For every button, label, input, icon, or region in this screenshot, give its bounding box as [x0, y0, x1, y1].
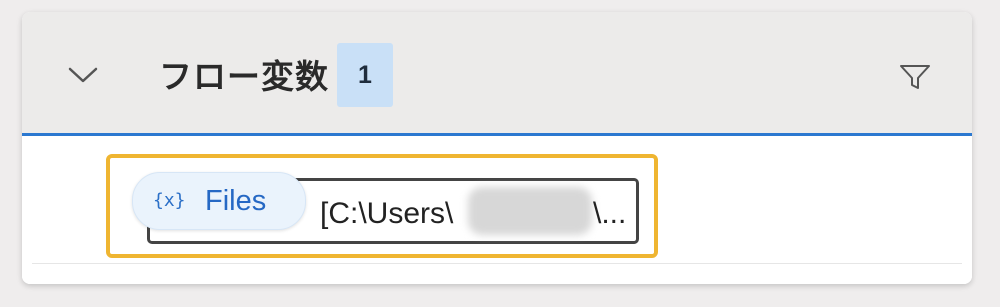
flow-variables-panel: フロー変数 1 [C:\Users\ \... {x} Files	[22, 12, 972, 284]
row-divider	[32, 263, 962, 264]
filter-icon[interactable]	[898, 62, 932, 92]
highlight-frame	[106, 154, 658, 258]
panel-header[interactable]: フロー変数 1	[22, 12, 972, 136]
chevron-down-icon[interactable]	[66, 64, 100, 86]
variable-count-badge: 1	[337, 43, 393, 107]
variables-list: [C:\Users\ \... {x} Files	[22, 136, 972, 284]
panel-title: フロー変数	[159, 58, 329, 95]
